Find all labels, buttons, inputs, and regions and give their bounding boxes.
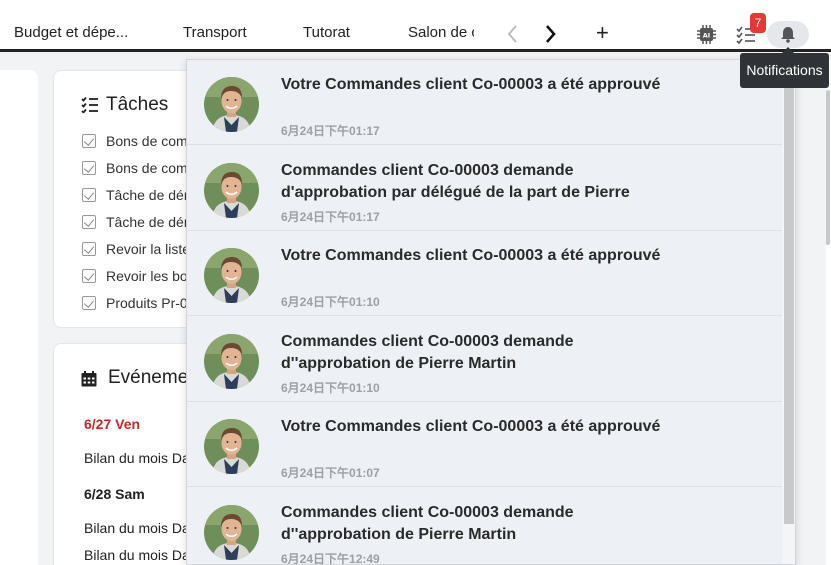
notifications-dropdown: Votre Commandes client Co-00003 a été ap… [186,59,796,565]
notification-time: 6月24日下午01:10 [281,380,380,395]
chevron-right-icon[interactable] [541,22,561,46]
avatar [204,77,259,132]
checkbox[interactable] [82,296,96,310]
avatar [204,248,259,303]
avatar [204,504,259,560]
event-item[interactable]: Bilan du mois Da [84,520,190,536]
notification-message: Commandes client Co-00003 demande d''app… [281,503,574,543]
calendar-icon [81,371,97,387]
task-item[interactable]: Produits Pr-0 [82,295,188,311]
svg-text:AI: AI [703,32,710,40]
notification-time: 6月24日下午12:49 [281,551,380,565]
avatar [204,333,259,389]
notifications-button[interactable] [767,21,809,48]
bell-icon [781,27,795,43]
notification-time: 6月24日下午01:10 [281,295,380,309]
checkbox[interactable] [82,242,96,256]
notification-message: Votre Commandes client Co-00003 a été ap… [281,247,661,264]
notification-time: 6月24日下午01:17 [281,124,380,138]
task-label: Tâche de dér [106,214,189,230]
task-label: Bons de com [106,133,188,149]
task-item[interactable]: Revoir la liste [82,241,190,257]
notification-item[interactable]: Votre Commandes client Co-00003 a été ap… [187,60,782,145]
ai-chip-icon[interactable]: AI [697,25,716,44]
notifications-tooltip: Notifications [740,47,829,88]
task-label: Revoir les bo [106,268,188,284]
task-item[interactable]: Tâche de dér [82,214,189,230]
notification-message: Votre Commandes client Co-00003 a été ap… [281,76,661,93]
task-label: Bons de com [106,160,188,176]
notification-time: 6月24日下午01:07 [281,466,380,480]
task-item[interactable]: Bons de com [82,160,188,176]
notification-time: 6月24日下午01:17 [281,209,380,224]
checkbox[interactable] [82,215,96,229]
checkbox[interactable] [82,134,96,148]
notification-item[interactable]: Votre Commandes client Co-00003 a été ap… [187,402,782,487]
page-scrollbar[interactable] [826,60,831,565]
tab-transport[interactable]: Transport [183,24,263,41]
notification-item[interactable]: Commandes client Co-00003 demande d'appr… [187,146,782,231]
tasks-title: Tâches [106,94,169,115]
notification-item[interactable]: Commandes client Co-00003 demande d''app… [187,317,782,402]
notification-count-badge: 7 [750,13,766,33]
avatar [204,162,259,218]
left-panel [0,70,38,565]
checkbox[interactable] [82,161,96,175]
notification-item[interactable]: Commandes client Co-00003 demande d''app… [187,488,782,565]
tab-budget[interactable]: Budget et dépe... [14,24,134,41]
task-label: Produits Pr-0 [106,295,188,311]
notifications-scrollbar-thumb[interactable] [784,64,794,524]
notification-message: Commandes client Co-00003 demande d'appr… [281,161,630,201]
notification-message: Commandes client Co-00003 demande d''app… [281,332,574,372]
checkbox[interactable] [82,269,96,283]
chevron-left-icon[interactable] [503,22,523,46]
task-item[interactable]: Bons de com [82,133,188,149]
task-list-icon [81,97,98,113]
events-title: Evénemer [108,367,195,388]
task-item[interactable]: Tâche de dér [82,187,189,203]
task-label: Tâche de dér [106,187,189,203]
tab-salon[interactable]: Salon de c [408,24,474,41]
event-item[interactable]: Bilan du mois Da [84,547,190,563]
plus-icon[interactable]: + [596,21,609,45]
page-scrollbar-thumb[interactable] [826,90,830,245]
top-bar: Budget et dépe... Transport Tutorat Salo… [0,0,831,52]
task-item[interactable]: Revoir les bo [82,268,188,284]
notifications-scrollbar[interactable] [782,60,795,564]
checkbox[interactable] [82,188,96,202]
notification-message: Votre Commandes client Co-00003 a été ap… [281,418,661,435]
notification-item[interactable]: Votre Commandes client Co-00003 a été ap… [187,231,782,316]
task-label: Revoir la liste [106,241,191,257]
event-date: 6/28 Sam [84,486,145,502]
event-date: 6/27 Ven [84,416,141,432]
event-item[interactable]: Bilan du mois Da [84,450,190,466]
tab-tutorat[interactable]: Tutorat [303,24,363,41]
avatar [204,419,259,474]
